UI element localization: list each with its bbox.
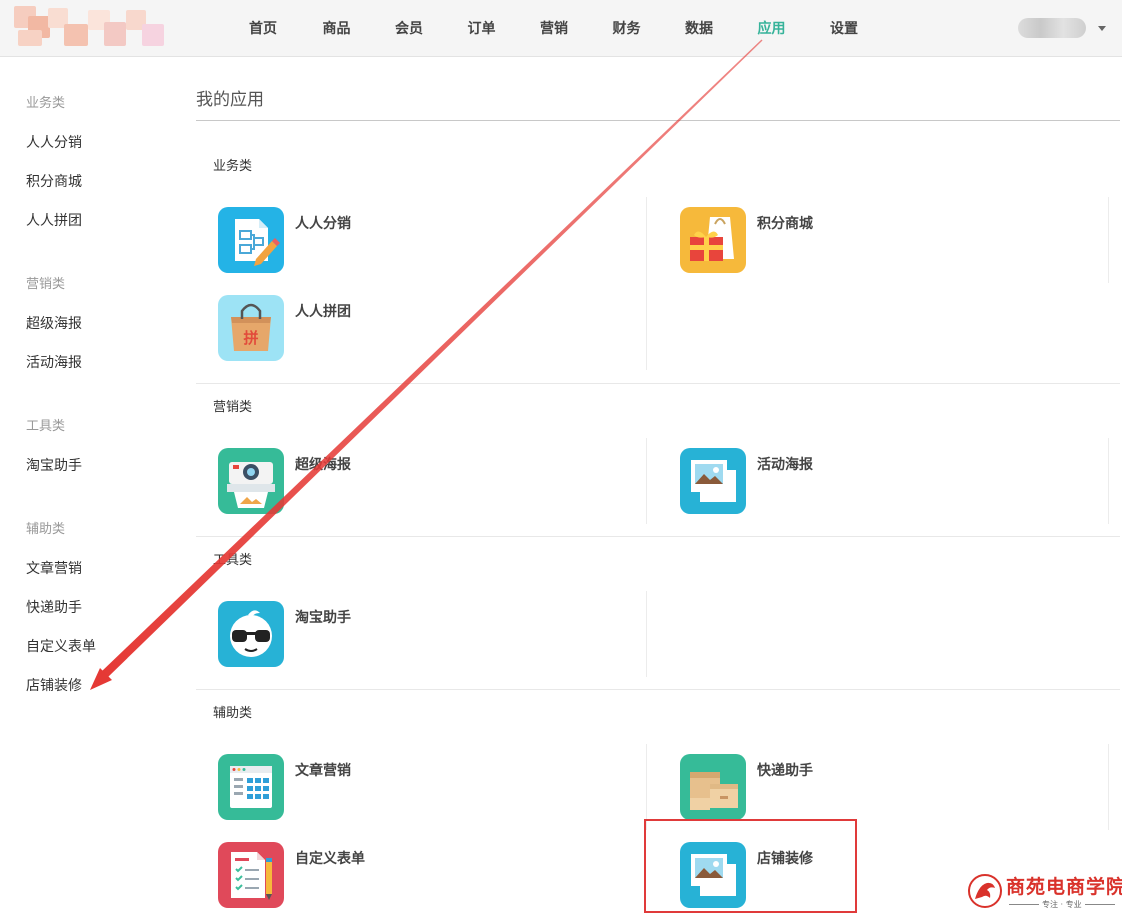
app-card-express-helper[interactable]: 快递助手 <box>680 754 980 820</box>
sidebar-item-super-poster[interactable]: 超级海报 <box>26 313 82 333</box>
app-card-distribution[interactable]: 人人分销 <box>218 207 518 273</box>
package-box-icon <box>680 754 746 820</box>
nav-goods[interactable]: 商品 <box>294 0 379 57</box>
sidebar-item-taobao-helper[interactable]: 淘宝助手 <box>26 455 82 475</box>
column-divider <box>646 197 647 370</box>
sidebar-group-tools: 工具类 <box>26 419 66 434</box>
sidebar: 业务类 人人分销 积分商城 人人拼团 营销类 超级海报 活动海报 工具类 淘宝助… <box>0 57 180 916</box>
blurred-logo[interactable] <box>14 6 166 50</box>
dragon-emblem-icon <box>968 874 1002 908</box>
shopping-bag-icon: 拼 <box>218 295 284 361</box>
taobao-glasses-icon <box>218 601 284 667</box>
column-divider <box>646 438 647 524</box>
sidebar-group-business: 业务类 <box>26 96 66 111</box>
nav-data[interactable]: 数据 <box>669 0 729 57</box>
title-divider <box>196 120 1120 121</box>
app-card-super-poster[interactable]: 超级海报 <box>218 448 518 514</box>
app-card-taobao-helper[interactable]: 淘宝助手 <box>218 601 518 667</box>
section-title-tools: 工具类 <box>213 553 253 568</box>
watermark-logo: 商苑电商学院 专注 · 专业 <box>966 870 1122 912</box>
section-title-business: 业务类 <box>213 159 253 174</box>
section-title-auxiliary: 辅助类 <box>213 706 253 721</box>
nav-members[interactable]: 会员 <box>379 0 439 57</box>
app-name: 人人拼团 <box>295 304 351 320</box>
app-name: 快递助手 <box>757 763 813 779</box>
nav-apps[interactable]: 应用 <box>729 0 814 57</box>
nav-orders[interactable]: 订单 <box>439 0 524 57</box>
caret-down-icon <box>1098 25 1106 31</box>
sidebar-item-express-helper[interactable]: 快递助手 <box>26 597 82 617</box>
nav-home[interactable]: 首页 <box>232 0 294 57</box>
highlight-annotation-box <box>644 819 857 913</box>
blurred-username <box>1018 18 1086 38</box>
app-name: 人人分销 <box>295 216 351 232</box>
article-grid-icon <box>218 754 284 820</box>
gift-bag-icon <box>680 207 746 273</box>
app-card-article-marketing[interactable]: 文章营销 <box>218 754 518 820</box>
photo-icon <box>680 448 746 514</box>
app-name: 超级海报 <box>295 457 351 473</box>
column-divider <box>1108 438 1109 524</box>
app-name: 活动海报 <box>757 457 813 473</box>
svg-text:拼: 拼 <box>243 329 258 347</box>
user-menu[interactable] <box>1018 17 1106 39</box>
app-name: 自定义表单 <box>295 851 365 867</box>
sidebar-item-group-buy[interactable]: 人人拼团 <box>26 210 82 230</box>
sidebar-item-points-mall[interactable]: 积分商城 <box>26 171 82 191</box>
section-divider <box>196 536 1120 537</box>
app-card-group-buy[interactable]: 拼 人人拼团 <box>218 295 518 361</box>
column-divider <box>1108 197 1109 283</box>
app-card-custom-form[interactable]: 自定义表单 <box>218 842 518 908</box>
sidebar-item-distribution[interactable]: 人人分销 <box>26 132 82 152</box>
sidebar-group-auxiliary: 辅助类 <box>26 522 66 537</box>
nav-finance[interactable]: 财务 <box>584 0 669 57</box>
watermark-text: 商苑电商学院 <box>1006 876 1122 898</box>
column-divider <box>646 591 647 677</box>
app-name: 淘宝助手 <box>295 610 351 626</box>
app-card-points-mall[interactable]: 积分商城 <box>680 207 980 273</box>
main-nav: 首页 商品 会员 订单 营销 财务 数据 应用 设置 <box>232 0 874 57</box>
nav-marketing[interactable]: 营销 <box>524 0 584 57</box>
checklist-form-icon <box>218 842 284 908</box>
section-title-marketing: 营销类 <box>213 400 253 415</box>
camera-poster-icon <box>218 448 284 514</box>
sidebar-group-marketing: 营销类 <box>26 277 66 292</box>
distribution-icon <box>218 207 284 273</box>
section-divider <box>196 383 1120 384</box>
page-title: 我的应用 <box>196 90 264 110</box>
app-card-event-poster[interactable]: 活动海报 <box>680 448 980 514</box>
top-navbar: 首页 商品 会员 订单 营销 财务 数据 应用 设置 <box>0 0 1122 57</box>
section-divider <box>196 689 1120 690</box>
watermark-subtext: 专注 · 专业 <box>1006 899 1116 910</box>
column-divider <box>1108 744 1109 830</box>
sidebar-item-custom-form[interactable]: 自定义表单 <box>26 636 96 656</box>
column-divider <box>646 744 647 830</box>
sidebar-item-article-marketing[interactable]: 文章营销 <box>26 558 82 578</box>
app-name: 文章营销 <box>295 763 351 779</box>
nav-settings[interactable]: 设置 <box>814 0 874 57</box>
app-name: 积分商城 <box>757 216 813 232</box>
sidebar-item-shop-decoration[interactable]: 店铺装修 <box>26 675 82 695</box>
sidebar-item-event-poster[interactable]: 活动海报 <box>26 352 82 372</box>
